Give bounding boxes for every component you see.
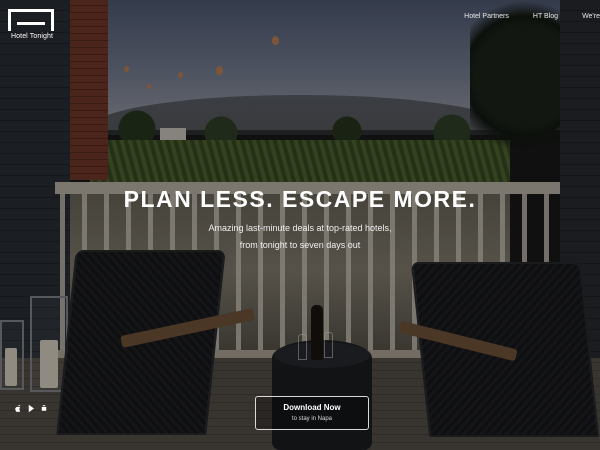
download-now-button[interactable]: Download Now to stay in Napa — [255, 396, 369, 430]
apple-icon[interactable] — [14, 404, 22, 413]
headline-part-2: ESCAPE MORE. — [281, 186, 477, 212]
hero-headline: PLAN LESS. ESCAPE MORE. — [0, 186, 600, 213]
top-nav: Hotel Partners HT Blog We're — [464, 13, 600, 20]
nav-item-hotel-partners[interactable]: Hotel Partners — [464, 13, 509, 20]
headline-part-1: PLAN LESS. — [123, 186, 275, 212]
google-play-icon[interactable] — [27, 404, 35, 413]
nav-item-ht-blog[interactable]: HT Blog — [533, 13, 558, 20]
brand-name: Hotel Tonight — [11, 33, 54, 40]
cta-label: Download Now — [283, 403, 341, 412]
cta-sublabel: to stay in Napa — [291, 416, 333, 422]
hotel-bed-icon — [8, 9, 54, 31]
app-store-icons — [14, 404, 48, 413]
hero-subline-1: Amazing last-minute deals at top-rated h… — [208, 223, 392, 233]
hero-subline-2: from tonight to seven days out — [239, 240, 361, 250]
android-icon[interactable] — [40, 404, 48, 413]
brand-logo[interactable]: Hotel Tonight — [8, 9, 56, 43]
nav-item-were[interactable]: We're — [582, 13, 600, 20]
